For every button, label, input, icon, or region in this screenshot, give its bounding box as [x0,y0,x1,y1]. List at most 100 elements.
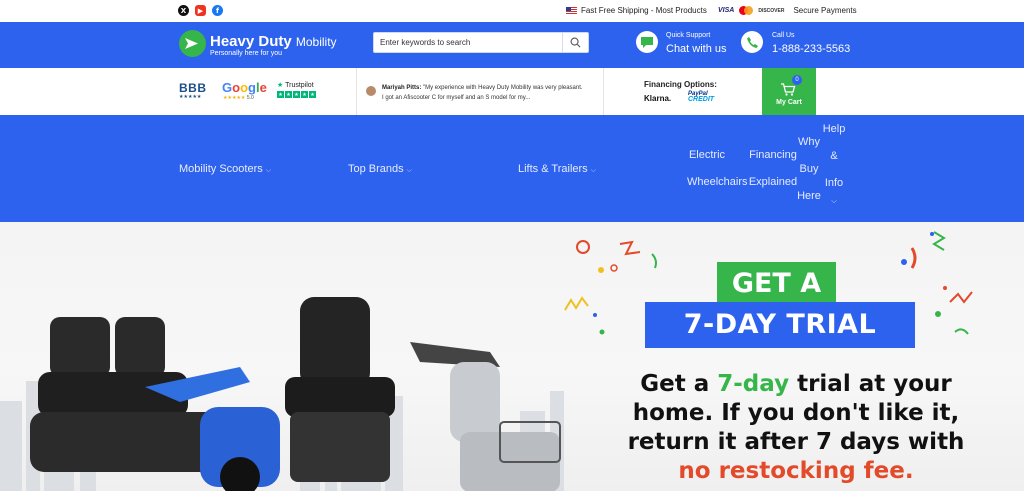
star-icon: ★ [301,91,308,98]
paypal-credit-logo[interactable]: PayPal CREDIT [688,91,714,103]
paypal-bottom: CREDIT [688,96,715,103]
brand-name-bold: Heavy Duty [210,33,292,50]
chevron-down-icon: ⌵ [265,167,272,174]
trial-badge-top: GET A [717,262,836,306]
google-rating: ★★★★★ 5.0 [223,95,254,101]
nav-label: Lifts & Trailers [518,163,588,175]
top-bar: X ▶ f Fast Free Shipping - Most Products… [0,0,1024,22]
bbb-logo: BBB [179,81,207,95]
reviewer-avatar [366,86,376,96]
hero-banner[interactable]: GET A 7-DAY TRIAL Get a 7-day trial at y… [0,222,1024,491]
trustpilot-star-icon: ★ [277,82,284,89]
star-icon: ★ [277,91,284,98]
secure-payments-text: Secure Payments [793,6,857,15]
shipping-notice: Fast Free Shipping - Most Products [566,6,707,15]
payment-methods: VISA DISCOVER Secure Payments [716,6,857,15]
review-text-line2: I got an Afiscooter C for myself and an … [382,95,531,101]
star-icon: ★ [309,91,316,98]
review-text-line1: "My experience with Heavy Duty Mobility … [423,85,583,91]
nav-label: Wheelchairs [687,176,748,188]
social-links: X ▶ f [178,5,223,16]
nav-label: Explained [748,176,798,188]
chevron-down-icon: ⌵ [831,198,837,205]
nav-label: Here [797,190,821,202]
discover-icon: DISCOVER [758,7,785,14]
nav-label: Mobility Scooters [179,163,263,175]
call-label: Call Us [772,32,795,39]
shipping-text: Fast Free Shipping - Most Products [581,6,707,15]
financing-label: Financing Options: [644,80,717,89]
nav-top-brands[interactable]: Top Brands ⌵ [348,163,412,175]
search-input[interactable] [374,33,562,52]
google-badge[interactable]: Google [222,80,267,95]
nav-label: Buy [799,163,819,175]
nav-label: Help [822,123,846,135]
brand-tagline: Personally here for you [210,50,282,57]
nav-label: Info [824,177,844,189]
visa-icon: VISA [718,7,735,14]
nav-lifts-trailers[interactable]: Lifts & Trailers ⌵ [518,163,596,175]
cart-button[interactable]: 0 My Cart [762,68,816,115]
search-button[interactable] [562,33,588,52]
nav-help-info[interactable]: Help & Info ⌵ [820,116,848,207]
trustpilot-badge[interactable]: ★ Trustpilot [277,81,314,89]
nav-label: Why [798,136,820,148]
nav-financing-explained[interactable]: Financing Explained [746,142,800,196]
star-icon: ★ [293,91,300,98]
nav-why-buy-here[interactable]: Why Buy Here [796,129,822,210]
bbb-badge[interactable]: BBB ★★★★★ [179,81,207,100]
klarna-logo[interactable]: Klarna. [644,94,671,103]
trustpilot-stars: ★ ★ ★ ★ ★ [277,91,316,98]
hero-line1-highlight: 7-day [717,371,790,397]
divider [356,68,357,115]
brand-name[interactable]: Heavy Duty Mobility [210,33,337,50]
google-stars: ★★★★★ [223,95,246,101]
hero-message: Get a 7-day trial at your home. If you d… [606,370,986,486]
mastercard-icon [739,6,754,15]
hero-line4: no restocking fee. [678,458,914,484]
facebook-icon[interactable]: f [212,5,223,16]
nav-electric-wheelchairs[interactable]: Electric Wheelchairs [687,142,748,196]
cart-icon [781,83,796,96]
trial-badge-main: 7-DAY TRIAL [645,302,915,348]
nav-mobility-scooters[interactable]: Mobility Scooters ⌵ [179,163,271,175]
hero-line1-b: trial at your [789,371,952,397]
google-letter: g [248,80,256,95]
divider [603,68,604,115]
review-author: Mariyah Pitts: [382,85,422,91]
hero-line1-a: Get a [640,371,718,397]
brand-name-light: Mobility [295,35,337,49]
main-nav: Mobility Scooters ⌵ Top Brands ⌵ Lifts & T… [0,115,1024,222]
hero-line2: home. If you don't like it, [632,400,960,426]
nav-label: Top Brands [348,163,404,175]
phone-icon[interactable] [741,31,763,53]
search-bar [373,32,589,53]
logo-icon[interactable] [179,30,206,57]
phone-number-link[interactable]: 1-888-233-5563 [772,43,850,55]
google-letter: o [232,80,241,95]
google-score: 5.0 [246,95,254,101]
youtube-icon[interactable]: ▶ [195,5,206,16]
google-letter: e [259,80,267,95]
cart-label: My Cart [776,99,802,106]
star-icon: ★ [285,91,292,98]
chevron-down-icon: ⌵ [406,167,412,174]
support-label: Quick Support [666,32,711,39]
nav-label: Financing [749,149,797,161]
search-icon [570,37,581,48]
chevron-down-icon: ⌵ [590,167,596,174]
trust-bar: BBB ★★★★★ Google ★★★★★ 5.0 ★ Trustpilot … [0,68,1024,115]
x-icon[interactable]: X [178,5,189,16]
featured-review[interactable]: Mariyah Pitts: "My experience with Heavy… [382,83,597,103]
us-flag-icon [566,7,577,14]
mobility-scooters-image [30,297,561,491]
google-letter: G [222,80,233,95]
chat-icon[interactable] [636,31,658,53]
nav-label: Electric [688,149,726,161]
nav-label: & [830,150,838,162]
google-letter: o [240,80,249,95]
site-header: Heavy Duty Mobility Personally here for … [0,22,1024,68]
chat-link[interactable]: Chat with us [666,43,727,55]
trustpilot-label: Trustpilot [285,82,314,89]
hero-line3: return it after 7 days with [627,429,965,455]
